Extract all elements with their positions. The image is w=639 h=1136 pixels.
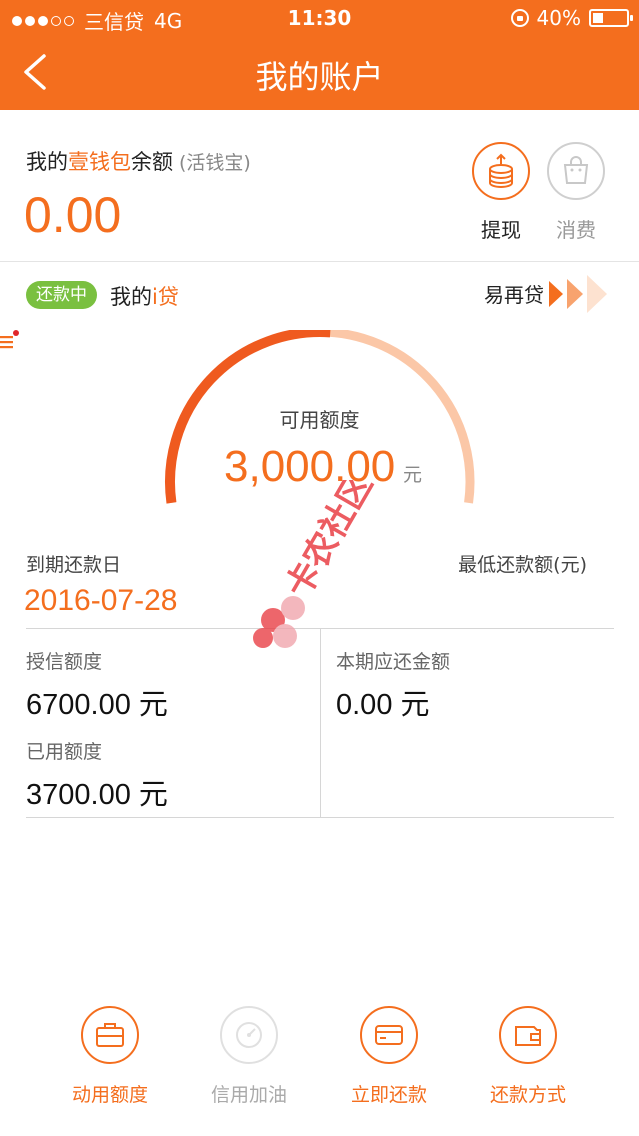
available-limit-value: 3,000.00 — [224, 442, 396, 491]
period-due-value: 0.00 元 — [336, 689, 430, 721]
credit-limit-label: 授信额度 — [26, 651, 103, 673]
wallet-label-sub: (活钱宝) — [179, 152, 251, 174]
details-menu-icon[interactable] — [0, 330, 20, 350]
repay-method-button[interactable]: 还款方式 — [468, 1000, 588, 1120]
action-ring — [499, 1006, 557, 1064]
reloan-link[interactable]: 易再贷 — [484, 279, 544, 308]
loan-title-brand: i贷 — [152, 285, 179, 309]
header-bar: 三信贷 4G 11:30 40% 我的账户 — [0, 0, 639, 110]
wallet-label-brand: 壹钱包 — [68, 150, 131, 174]
page-title: 我的账户 — [255, 58, 384, 96]
use-credit-button[interactable]: 动用额度 — [50, 1000, 170, 1120]
credit-fuel-button[interactable]: 信用加油 — [189, 1000, 309, 1120]
due-date-label: 到期还款日 — [26, 554, 122, 576]
loan-header: 还款中 我的i贷 易再贷 — [0, 263, 639, 323]
triple-chevron-right-icon[interactable] — [545, 271, 615, 317]
available-limit-unit: 元 — [403, 464, 423, 486]
credit-limit-value: 6700.00 元 — [26, 689, 168, 721]
loan-title: 我的i贷 — [110, 281, 179, 311]
action-ring — [360, 1006, 418, 1064]
wallet-label-prefix: 我的 — [26, 150, 68, 174]
status-bar: 三信贷 4G 11:30 40% — [0, 0, 639, 36]
action-ring — [81, 1006, 139, 1064]
available-limit-label: 可用额度 — [279, 408, 360, 432]
coin-stack-icon — [489, 153, 513, 188]
period-due-label: 本期应还金额 — [336, 651, 451, 673]
wallet-label-suffix: 余额 — [131, 150, 173, 174]
credit-gauge: 可用额度 3,000.00 元 — [0, 330, 639, 530]
battery-icon — [589, 9, 633, 27]
action-ring — [220, 1006, 278, 1064]
shopping-bag-icon — [563, 156, 589, 184]
rotation-lock-icon — [510, 9, 529, 27]
used-limit-value: 3700.00 元 — [26, 779, 168, 811]
wallet-balance-amount: 0.00 — [24, 187, 122, 243]
status-badge: 还款中 — [26, 281, 97, 309]
withdraw-label: 提现 — [481, 218, 521, 242]
speedometer-icon — [236, 1022, 262, 1048]
repay-now-button[interactable]: 立即还款 — [329, 1000, 449, 1120]
consume-label: 消费 — [556, 218, 596, 242]
briefcase-icon — [96, 1023, 124, 1047]
wallet-icon — [515, 1026, 541, 1046]
used-limit-label: 已用额度 — [26, 741, 103, 763]
wallet-balance-label: 我的壹钱包余额 (活钱宝) — [26, 146, 251, 176]
min-repay-label: 最低还款额(元) — [458, 554, 587, 576]
withdraw-button[interactable] — [472, 142, 530, 200]
battery-percent: 40% — [536, 6, 581, 30]
action-label: 立即还款 — [350, 1084, 427, 1106]
grid-divider — [320, 629, 321, 817]
limit-grid: 授信额度 6700.00 元 已用额度 3700.00 元 本期应还金额 0.0… — [26, 628, 614, 818]
nav-bar: 我的账户 — [0, 36, 639, 110]
action-label: 动用额度 — [71, 1084, 148, 1106]
due-date-value: 2016-07-28 — [24, 584, 178, 617]
bank-card-icon — [375, 1025, 403, 1045]
wallet-section: 我的壹钱包余额 (活钱宝) 0.00 提现 消费 — [0, 110, 639, 262]
action-label: 信用加油 — [210, 1084, 287, 1106]
loan-title-prefix: 我的 — [110, 285, 152, 309]
consume-button[interactable] — [547, 142, 605, 200]
bottom-actions: 动用额度 信用加油 立即还款 还款方式 — [0, 1000, 639, 1120]
action-label: 还款方式 — [489, 1084, 566, 1106]
